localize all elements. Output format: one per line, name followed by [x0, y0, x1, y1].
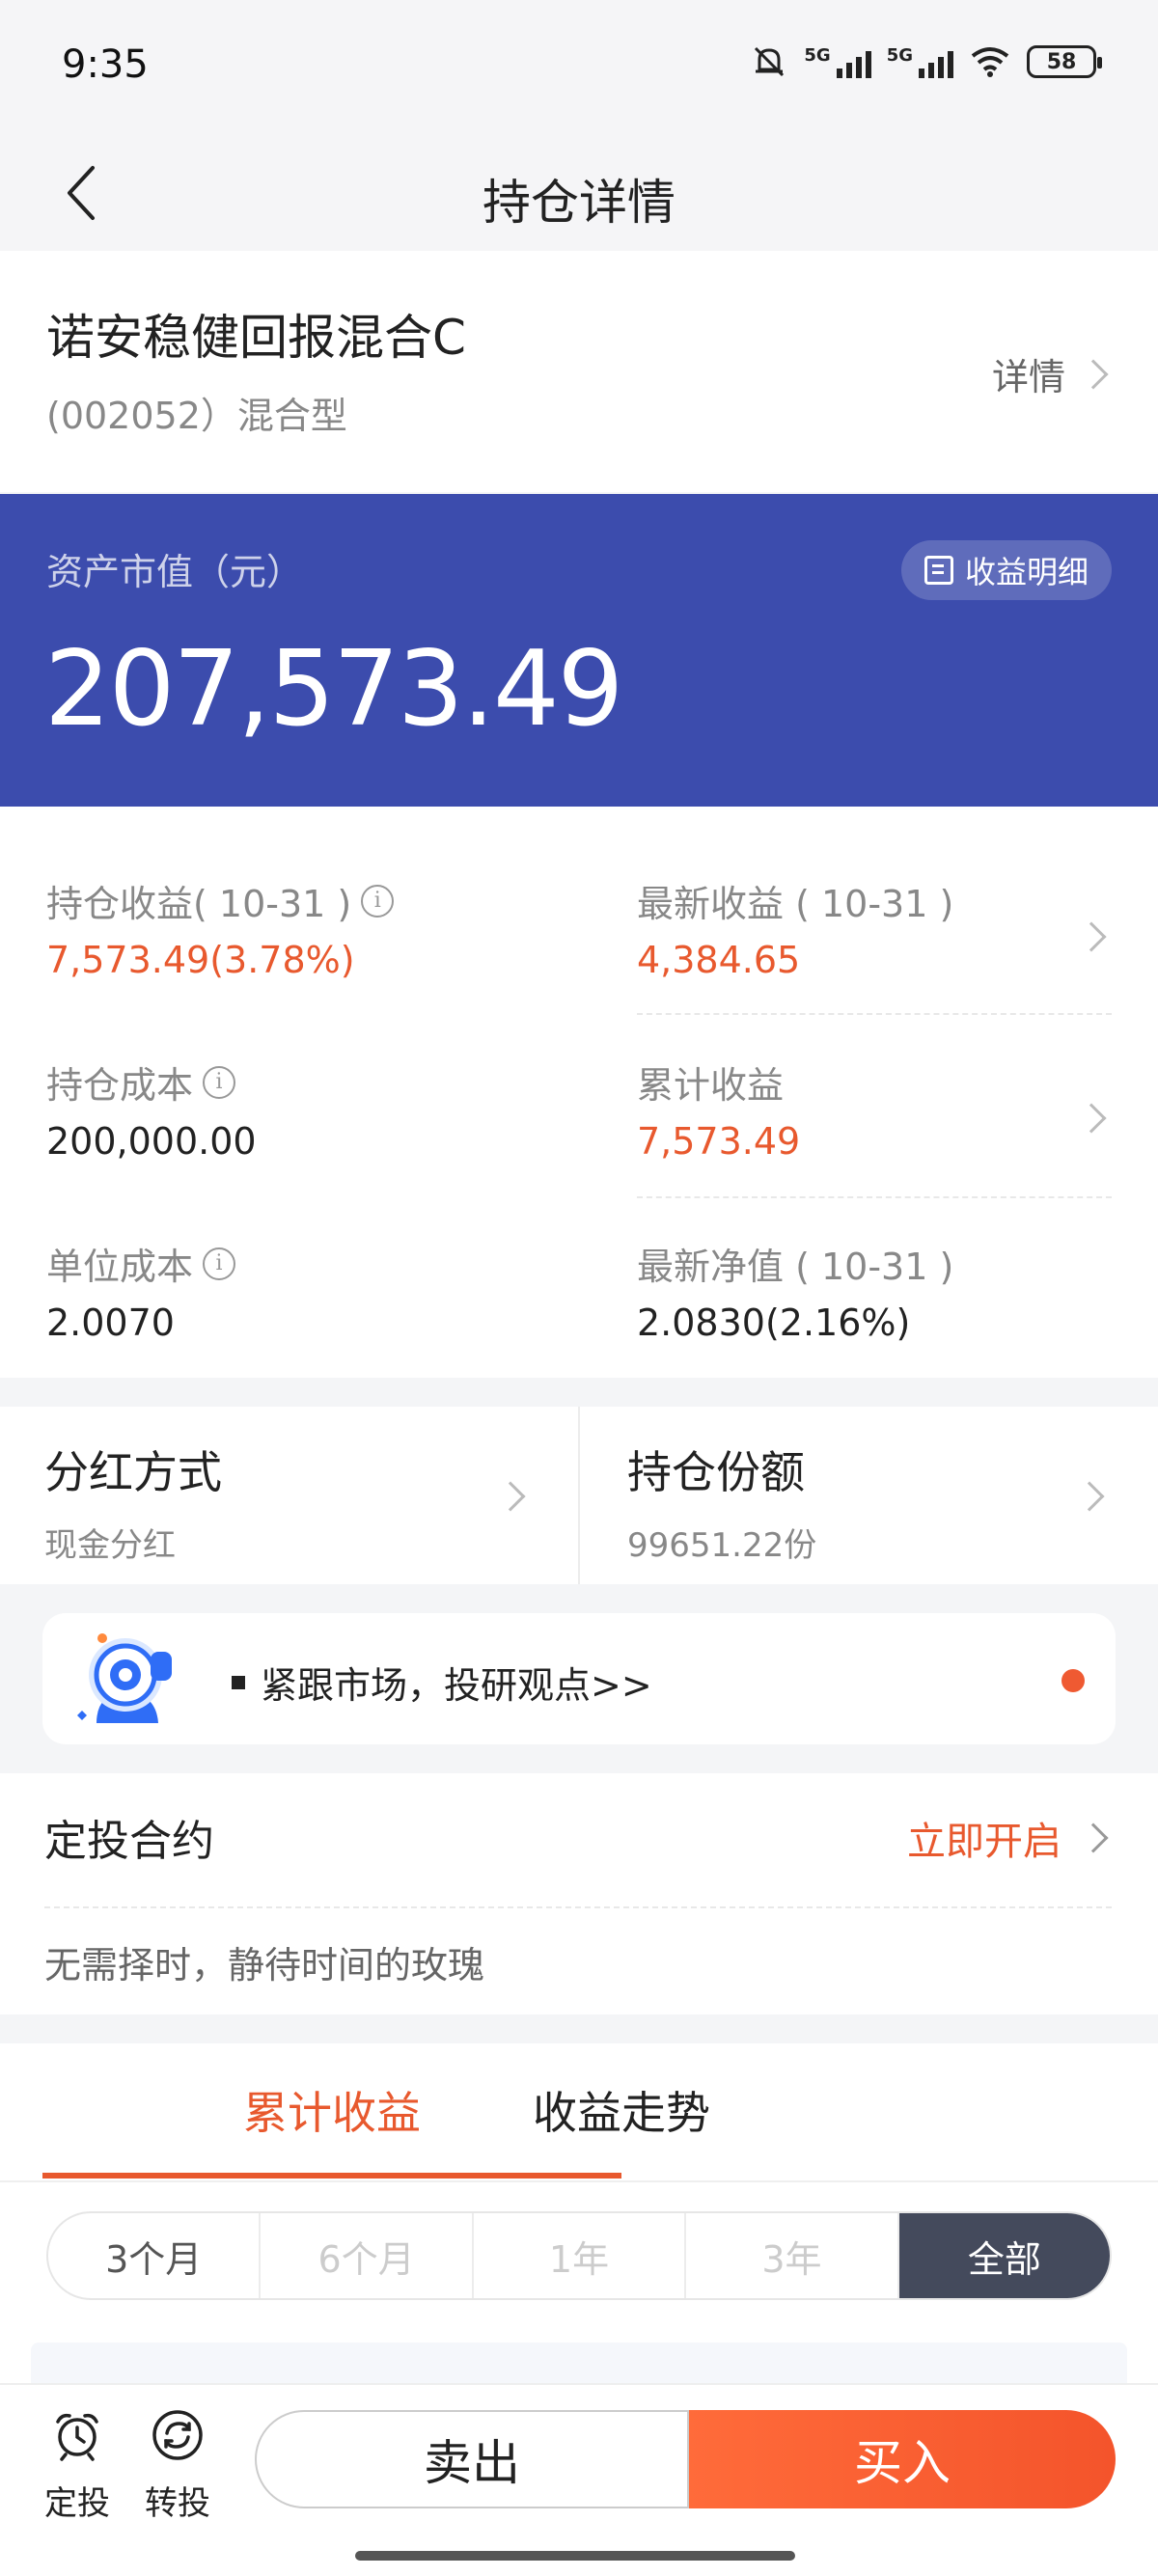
notification-dot: [1062, 1669, 1085, 1692]
bottom-action-bar: 定投 转投 卖出 买入: [0, 2383, 1158, 2576]
profit-detail-button[interactable]: 收益明细: [900, 540, 1112, 600]
fund-detail-link[interactable]: 详情: [991, 347, 1109, 400]
shares-title: 持仓份额: [627, 1446, 805, 1498]
time-range-selector: 3个月 6个月 1年 3年 全部: [46, 2211, 1112, 2300]
stats-row-nav: 单位成本 i 2.0070 最新净值 ( 10-31 ) 2.0830(2.16…: [46, 1237, 1112, 1418]
battery-icon: 58: [1027, 45, 1102, 78]
sell-button[interactable]: 卖出: [255, 2410, 689, 2508]
chevron-right-icon[interactable]: [1076, 921, 1107, 952]
latest-profit-label: 最新收益 ( 10-31 ): [637, 883, 954, 925]
cumulative-profit-label: 累计收益: [637, 1064, 785, 1107]
fund-code-type: (002052）混合型: [46, 395, 347, 437]
sip-title: 定投合约: [44, 1817, 214, 1866]
divider: [637, 1196, 1112, 1198]
cumulative-profit-value: 7,573.49: [637, 1120, 801, 1163]
holding-cost-label: 持仓成本: [46, 1064, 194, 1107]
holding-profit-cell: 持仓收益( 10-31 ) i 7,573.49(3.78%): [46, 874, 395, 981]
alarm-clock-icon: [56, 2413, 98, 2461]
holding-cost-cell: 持仓成本 i 200,000.00: [46, 1055, 257, 1163]
fund-detail-label: 详情: [991, 356, 1065, 398]
unit-cost-cell: 单位成本 i 2.0070: [46, 1237, 236, 1344]
mute-bell-icon: [755, 46, 785, 77]
chevron-right-icon: [1078, 358, 1109, 390]
holding-cost-value: 200,000.00: [46, 1120, 257, 1163]
stats-row-cost: 持仓成本 i 200,000.00 累计收益 7,573.49: [46, 1055, 1112, 1237]
latest-nav-cell: 最新净值 ( 10-31 ) 2.0830(2.16%): [637, 1237, 953, 1344]
unit-cost-value: 2.0070: [46, 1302, 175, 1344]
unit-cost-label: 单位成本: [46, 1246, 194, 1288]
dividend-shares-panel: 分红方式 现金分红 持仓份额 99651.22份: [0, 1407, 1158, 1584]
chevron-right-icon: [495, 1481, 526, 1512]
info-icon[interactable]: i: [361, 884, 395, 918]
sip-start-label: 立即开启: [907, 1820, 1062, 1864]
switch-fund-label: 转投: [145, 2484, 210, 2523]
divider: [637, 1013, 1112, 1015]
range-all[interactable]: 全部: [898, 2213, 1110, 2298]
sip-shortcut-label: 定投: [44, 2484, 110, 2523]
sip-start-button[interactable]: 立即开启: [907, 1810, 1109, 1866]
fund-header: 诺安稳健回报混合C (002052）混合型 详情: [0, 251, 1158, 492]
shares-value: 99651.22份: [627, 1526, 817, 1565]
sip-contract-section: 定投合约 立即开启 无需择时，静待时间的玫瑰: [0, 1773, 1158, 2014]
range-3m[interactable]: 3个月: [48, 2213, 262, 2298]
nav-bar: 持仓详情: [0, 135, 1158, 251]
tab-active-indicator: [42, 2173, 621, 2179]
page-title: 持仓详情: [482, 175, 676, 231]
info-icon[interactable]: i: [203, 1247, 236, 1280]
latest-profit-value: 4,384.65: [637, 939, 801, 981]
range-1y[interactable]: 1年: [474, 2213, 687, 2298]
promo-text: 紧跟市场，投研观点>>: [261, 1664, 652, 1707]
latest-profit-cell[interactable]: 最新收益 ( 10-31 ) 4,384.65: [637, 874, 953, 981]
sip-description: 无需择时，静待时间的玫瑰: [44, 1944, 485, 1987]
cumulative-profit-cell[interactable]: 累计收益 7,573.49: [637, 1055, 800, 1163]
bullet-icon: [232, 1675, 245, 1689]
range-6m[interactable]: 6个月: [261, 2213, 474, 2298]
switch-fund-button[interactable]: 转投: [139, 2408, 216, 2524]
latest-nav-value: 2.0830(2.16%): [637, 1302, 911, 1344]
divider: [0, 2180, 1158, 2182]
holding-shares-cell[interactable]: 持仓份额 99651.22份: [579, 1407, 1158, 1584]
info-icon[interactable]: i: [203, 1065, 236, 1099]
asset-value: 207,573.49: [44, 629, 623, 750]
buy-button[interactable]: 买入: [689, 2410, 1116, 2508]
stats-row-profit: 持仓收益( 10-31 ) i 7,573.49(3.78%) 最新收益 ( 1…: [46, 874, 1112, 1055]
dividend-method-cell[interactable]: 分红方式 现金分红: [0, 1407, 579, 1584]
range-3y[interactable]: 3年: [686, 2213, 899, 2298]
dividend-value: 现金分红: [44, 1526, 176, 1565]
signal-icon-1: 5G: [804, 45, 871, 78]
status-icons: 5G 5G 58: [750, 42, 1102, 81]
fund-name: 诺安稳健回报混合C: [46, 310, 466, 366]
holding-profit-label: 持仓收益( 10-31 ): [46, 883, 352, 925]
divider: [44, 1906, 1112, 1908]
home-indicator[interactable]: [355, 2551, 795, 2561]
switch-cycle-icon: [152, 2410, 203, 2460]
wifi-icon: [971, 47, 1009, 77]
latest-nav-label: 最新净值 ( 10-31 ): [637, 1246, 954, 1288]
asset-label: 资产市值（元）: [46, 551, 304, 593]
chevron-right-icon[interactable]: [1076, 1103, 1107, 1134]
stats-panel: 持仓收益( 10-31 ) i 7,573.49(3.78%) 最新收益 ( 1…: [0, 807, 1158, 1378]
mascot-icon: [77, 1633, 172, 1723]
status-time: 9:35: [62, 42, 149, 87]
chevron-right-icon: [1078, 1822, 1109, 1853]
chevron-right-icon: [1074, 1481, 1105, 1512]
dividend-title: 分红方式: [44, 1446, 222, 1498]
tab-profit-trend[interactable]: 收益走势: [332, 2043, 911, 2182]
receipt-icon: [924, 556, 953, 585]
status-bar: 9:35 5G 5G 58: [0, 0, 1158, 135]
research-promo-banner[interactable]: 紧跟市场，投研观点>>: [42, 1613, 1116, 1744]
profit-detail-label: 收益明细: [964, 554, 1089, 590]
signal-icon-2: 5G: [887, 45, 953, 78]
holding-profit-value: 7,573.49(3.78%): [46, 939, 355, 981]
asset-banner: 资产市值（元） 207,573.49 收益明细: [0, 494, 1158, 807]
sip-shortcut-button[interactable]: 定投: [39, 2408, 116, 2524]
